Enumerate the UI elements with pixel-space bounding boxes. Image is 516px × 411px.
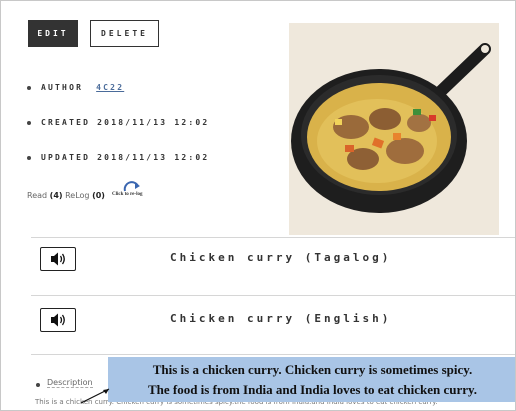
audio-row-tagalog: Chicken curry (Tagalog) bbox=[31, 237, 515, 296]
author-row: AUTHOR 4C22 bbox=[27, 83, 124, 92]
audio-row-english: Chicken curry (English) bbox=[31, 295, 515, 354]
play-audio-button[interactable] bbox=[40, 308, 76, 332]
edit-button[interactable]: EDIT bbox=[28, 20, 78, 47]
post-card: EDIT DELETE AUTHOR 4C22 CREATED 2018/11/… bbox=[0, 0, 516, 411]
audio-title: Chicken curry (Tagalog) bbox=[170, 251, 392, 264]
callout-line-1: This is a chicken curry. Chicken curry i… bbox=[152, 362, 473, 377]
delete-button[interactable]: DELETE bbox=[90, 20, 159, 47]
created-row: CREATED 2018/11/13 12:02 bbox=[27, 118, 209, 127]
created-value: 2018/11/13 12:02 bbox=[97, 118, 210, 127]
updated-value: 2018/11/13 12:02 bbox=[97, 153, 210, 162]
chicken-curry-image bbox=[289, 23, 499, 235]
callout-arrow bbox=[80, 388, 110, 404]
updated-label: UPDATED bbox=[41, 153, 91, 162]
read-label: Read bbox=[27, 191, 48, 200]
bullet bbox=[27, 85, 31, 90]
bullet bbox=[27, 120, 31, 125]
created-label: CREATED bbox=[41, 118, 91, 127]
relog-label: ReLog bbox=[65, 191, 90, 200]
author-label: AUTHOR bbox=[41, 83, 84, 92]
relog-link[interactable]: Click to re-log bbox=[112, 192, 142, 197]
stats-row: Read (4) ReLog (0) bbox=[27, 191, 105, 200]
speaker-icon bbox=[51, 313, 65, 327]
bullet bbox=[36, 383, 40, 387]
callout-line-2: The food is from India and India loves t… bbox=[147, 382, 478, 397]
audio-title: Chicken curry (English) bbox=[170, 312, 392, 325]
speaker-icon bbox=[51, 252, 65, 266]
dish-photo bbox=[289, 23, 499, 235]
bullet bbox=[27, 155, 31, 160]
play-audio-button[interactable] bbox=[40, 247, 76, 271]
author-link[interactable]: 4C22 bbox=[96, 83, 124, 92]
divider bbox=[31, 354, 515, 355]
description-callout: This is a chicken curry. Chicken curry i… bbox=[108, 357, 515, 402]
relog-count: (0) bbox=[92, 191, 105, 200]
read-count: (4) bbox=[49, 191, 63, 200]
updated-row: UPDATED 2018/11/13 12:02 bbox=[27, 153, 209, 162]
